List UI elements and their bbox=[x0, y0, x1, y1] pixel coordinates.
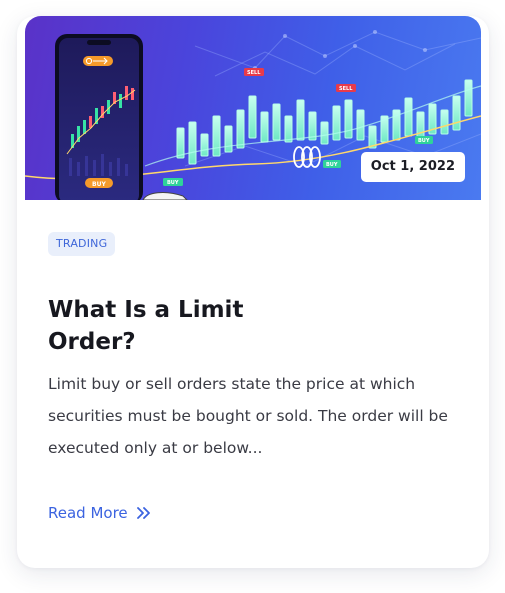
double-chevron-right-icon bbox=[136, 507, 150, 519]
svg-text:SELL: SELL bbox=[247, 70, 261, 76]
blog-card[interactable]: SELL SELL BUY BUY BUY BUY Oct 1, 2022 TR… bbox=[17, 16, 489, 568]
phone-buy-button-label: BUY bbox=[92, 181, 106, 188]
svg-text:BUY: BUY bbox=[167, 180, 179, 186]
svg-text:BUY: BUY bbox=[418, 138, 430, 144]
svg-text:BUY: BUY bbox=[326, 162, 338, 168]
post-excerpt: Limit buy or sell orders state the price… bbox=[48, 375, 448, 457]
read-more-label: Read More bbox=[48, 504, 128, 522]
publish-date-badge: Oct 1, 2022 bbox=[360, 152, 465, 182]
read-more-link[interactable]: Read More bbox=[48, 504, 152, 522]
svg-text:SELL: SELL bbox=[339, 86, 353, 92]
category-tag[interactable]: TRADING bbox=[48, 232, 116, 256]
post-title[interactable]: What Is a Limit Order? bbox=[48, 294, 308, 358]
trading-hero-image: SELL SELL BUY BUY BUY BUY Oct 1, 2022 bbox=[25, 16, 481, 200]
